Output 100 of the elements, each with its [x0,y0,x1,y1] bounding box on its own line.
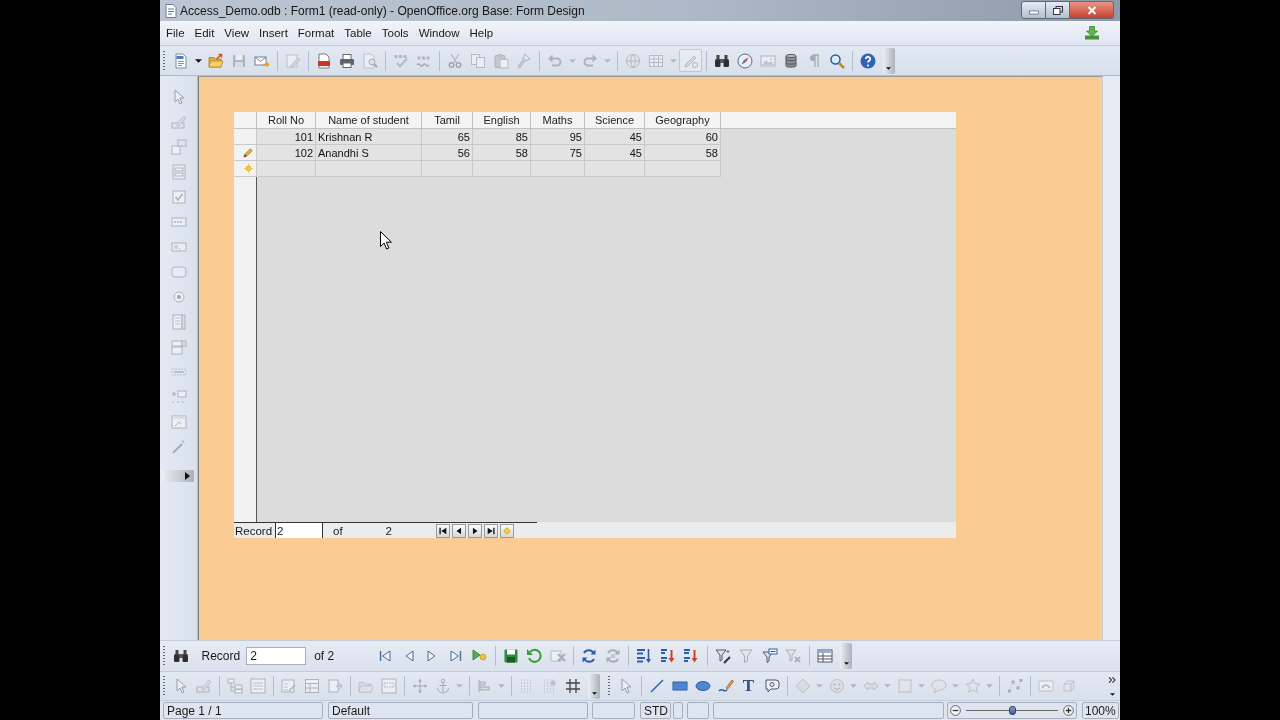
star-icon [964,678,981,694]
table-cell: Krishnan R [316,129,422,145]
refresh-icon [581,648,598,664]
row-selector[interactable] [234,145,257,161]
caret-icon [669,58,677,63]
menu-item[interactable]: Insert [254,27,293,39]
more-controls-icon [170,388,187,405]
page-indicator: Page 1 / 1 [163,702,323,719]
filter-wand-icon [714,648,731,664]
caret-icon [194,58,202,63]
table-cell [585,161,645,177]
sort-descending-icon [683,648,700,664]
caret-icon [986,684,993,688]
table-cell: 45 [585,145,645,161]
combo-box-icon [170,338,187,355]
menu-item[interactable]: Help [464,27,499,39]
table-cell [531,161,585,177]
page-style: Default [328,702,473,719]
table-cell: 65 [422,129,473,145]
radio-button-icon [170,288,187,305]
binoculars-icon [172,648,189,664]
picture-icon [759,52,776,69]
magnifier-icon [828,52,845,69]
menu-item[interactable]: Table [339,27,377,39]
pencil-icon [243,147,254,158]
help-icon [859,52,876,69]
caret-icon [456,684,463,688]
star-icon [243,163,254,174]
zoom-out-icon[interactable] [950,705,961,716]
menu-item[interactable]: Edit [189,27,220,39]
menu-item[interactable]: File [161,27,190,39]
refresh-icon [604,648,621,664]
overflow-button[interactable] [882,47,895,74]
spellcheck-icon [392,52,409,69]
line-icon [648,678,665,694]
menu-item[interactable]: Tools [376,27,414,39]
points-icon [1006,678,1023,694]
close-button[interactable] [1070,1,1114,19]
wand-icon [170,438,187,455]
form-tree-icon [226,678,243,694]
form-icon [303,678,320,694]
overflow-button[interactable] [588,673,600,699]
table-cell: 58 [645,145,721,161]
record-nav-button[interactable] [484,523,498,538]
record-nav-button[interactable] [468,523,482,538]
record-nav-button[interactable] [452,523,466,538]
table-cell: 75 [531,145,585,161]
field-list-icon [249,678,266,694]
caret-icon [952,684,959,688]
zoom-in-icon[interactable] [1063,705,1074,716]
dropdown-button[interactable] [193,57,203,64]
record-number-field[interactable]: 2 [275,523,323,538]
table-cell: 58 [473,145,531,161]
binoculars-icon [713,52,730,69]
overflow-button[interactable] [840,643,853,669]
ellipse-icon [694,678,711,694]
selection-mode[interactable]: STD [640,702,671,719]
minimize-button[interactable] [1021,1,1046,19]
record-nav-button[interactable] [436,523,450,538]
slider-thumb[interactable] [1008,706,1016,715]
database-icon [782,52,799,69]
scissors-icon [446,52,463,69]
form-design-icon [170,413,187,430]
menu-item[interactable]: Window [413,27,465,39]
menu-item[interactable]: View [219,27,255,39]
text-tool-button[interactable]: T [737,674,760,698]
zoom-percentage[interactable]: 100% [1082,702,1119,719]
delete-icon [549,648,566,664]
table-cell: 45 [585,129,645,145]
mouse-pointer-icon [380,231,392,250]
record-label: Record [234,524,274,537]
funnel-icon [761,648,778,664]
table-view-icon [816,648,833,664]
table-cell: 60 [645,129,721,145]
expand-button[interactable] [161,470,194,482]
first-record-icon [377,648,394,664]
shapes-icon [170,138,187,155]
previous-record-icon [454,525,464,536]
redo-icon [581,52,598,69]
caret-icon [884,684,891,688]
document-icon [165,3,177,18]
ruler-pencil-icon [170,113,187,130]
caret-icon [850,684,857,688]
restore-icon [1052,5,1063,15]
diamond-icon [794,678,811,694]
row-selector[interactable] [234,129,257,145]
table-icon [647,52,664,69]
table-cell: 102 [257,145,316,161]
table-cell [257,161,316,177]
download-arrow-icon[interactable] [1084,26,1100,40]
pdf-page-icon [315,52,332,69]
row-selector[interactable] [234,161,257,177]
page-magnifier-icon [361,52,378,69]
sort-icon [636,648,653,664]
record-number-field[interactable]: 2 [246,647,307,665]
speech-bubble-icon [930,678,947,694]
funnel-icon [738,648,755,664]
restore-button[interactable] [1046,1,1070,19]
status-field [592,702,635,719]
menu-item[interactable]: Format [292,27,340,39]
